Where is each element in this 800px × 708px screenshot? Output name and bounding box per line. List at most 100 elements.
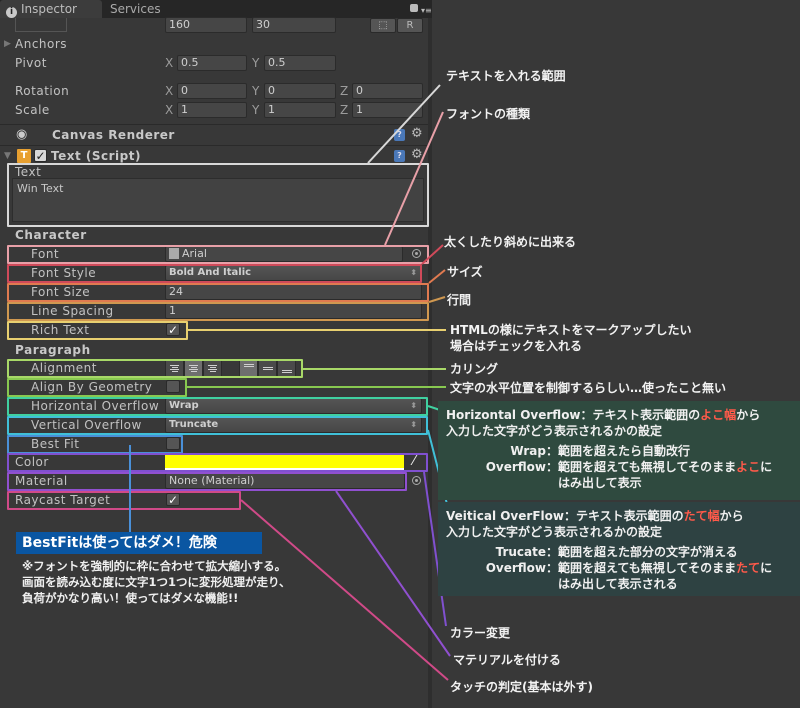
font-label: Font <box>31 247 60 261</box>
rotation-y-field[interactable]: 0 <box>264 83 336 99</box>
align-bottom-button[interactable] <box>277 360 296 377</box>
font-asset-icon <box>169 248 179 259</box>
vertical-overflow-dropdown[interactable]: Truncate ⬍ <box>165 417 422 433</box>
annotation-line-spacing: 行間 <box>447 293 472 307</box>
rotation-row: Rotation X 0 Y 0 Z 0 <box>0 82 428 101</box>
eyedropper-icon[interactable]: ⁄ <box>406 453 422 471</box>
align-by-geometry-checkbox[interactable] <box>166 380 180 393</box>
scale-y-field[interactable]: 1 <box>264 102 336 118</box>
pivot-row: Pivot X 0.5 Y 0.5 <box>0 54 428 73</box>
color-swatch-field[interactable] <box>165 454 404 470</box>
raycast-target-label: Raycast Target <box>15 493 111 507</box>
annotation-font-style: 太くしたり斜めに出来る <box>444 235 577 249</box>
anchor-preset-widget[interactable] <box>15 18 67 32</box>
font-style-value: Bold And Italic <box>169 267 252 278</box>
foldout-arrow-icon[interactable]: ▶ <box>4 35 11 54</box>
info-icon: i <box>6 7 17 18</box>
annotation-font-size: サイズ <box>447 265 483 279</box>
font-row: Font Arial <box>0 245 428 264</box>
help-icon[interactable]: ? <box>394 129 405 141</box>
callout-option-overflow: Overflow： 範囲を超えても無視してそのままよこに <box>446 459 792 475</box>
canvas-renderer-header[interactable]: ◉ Canvas Renderer ? ⚙ <box>0 124 428 144</box>
raw-edit-button[interactable]: R <box>397 18 423 33</box>
font-value: Arial <box>182 247 207 260</box>
axis-y-label: Y <box>252 56 260 70</box>
align-middle-button[interactable] <box>258 360 277 377</box>
font-size-field[interactable]: 24 <box>165 284 422 300</box>
horizontal-overflow-callout: Horizontal Overflow：テキスト表示範囲のよこ幅から 入力した文… <box>438 401 800 500</box>
rotation-x-field[interactable]: 0 <box>177 83 247 99</box>
pivot-x-field[interactable]: 0.5 <box>177 55 247 71</box>
lock-icon[interactable] <box>410 4 418 12</box>
font-field[interactable]: Arial <box>165 246 403 262</box>
raycast-target-checkbox[interactable]: ✓ <box>166 493 180 506</box>
callout-line: Veitical OverFlow：テキスト表示範囲のたて幅から <box>446 508 792 524</box>
axis-z-label: Z <box>340 84 349 98</box>
callout-text: Horizontal Overflow：テキスト表示範囲の <box>446 408 701 422</box>
rotation-z-field[interactable]: 0 <box>352 83 423 99</box>
gear-icon[interactable]: ⚙ <box>411 147 423 162</box>
component-enabled-checkbox[interactable]: ✓ <box>34 149 47 162</box>
horizontal-overflow-dropdown[interactable]: Wrap ⬍ <box>165 398 422 414</box>
scale-label: Scale <box>15 103 50 117</box>
dropdown-arrows-icon: ⬍ <box>410 401 417 410</box>
line-spacing-field[interactable]: 1 <box>165 303 422 319</box>
callout-option-overflow-cont: はみ出して表示される <box>446 576 792 592</box>
axis-y-label: Y <box>252 103 260 117</box>
help-icon[interactable]: ? <box>394 150 405 162</box>
object-picker-icon[interactable] <box>412 476 421 485</box>
tab-services[interactable]: Services <box>104 0 184 18</box>
raycast-target-row: Raycast Target ✓ <box>0 491 428 510</box>
callout-text: から <box>736 408 761 422</box>
best-fit-checkbox[interactable] <box>166 437 180 450</box>
align-center-button[interactable] <box>184 360 203 377</box>
warning-line: 負荷がかなり高い！使ってはダメな機能!! <box>22 591 239 605</box>
align-right-button[interactable] <box>203 360 222 377</box>
align-top-button[interactable] <box>239 360 258 377</box>
annotation-raycast: タッチの判定(基本は外す) <box>450 680 593 694</box>
callout-highlight: よこ幅 <box>700 408 737 422</box>
callout-line: Horizontal Overflow：テキスト表示範囲のよこ幅から <box>446 407 792 423</box>
material-field[interactable]: None (Material) <box>165 473 405 489</box>
align-by-geometry-row: Align By Geometry <box>0 378 428 397</box>
object-picker-icon[interactable] <box>412 249 421 258</box>
font-size-label: Font Size <box>31 285 91 299</box>
callout-text: Veitical OverFlow：テキスト表示範囲の <box>446 509 684 523</box>
vertical-overflow-label: Vertical Overflow <box>31 418 142 432</box>
dropdown-arrows-icon: ⬍ <box>410 420 417 429</box>
warning-line: 画面を読み込む度に文字1つ1つに変形処理が走り、 <box>22 575 291 589</box>
eye-icon: ◉ <box>16 127 28 142</box>
annotation-material: マテリアルを付ける <box>453 653 561 667</box>
text-input[interactable]: Win Text <box>12 178 424 222</box>
width-field[interactable]: 160 <box>165 17 247 33</box>
blueprint-mode-button[interactable]: ⬚ <box>370 18 396 33</box>
callout-option-truncate: Trucate： 範囲を超えた部分の文字が消える <box>446 544 792 560</box>
scale-z-field[interactable]: 1 <box>352 102 423 118</box>
horizontal-overflow-row: Horizontal Overflow Wrap ⬍ <box>0 397 428 416</box>
anchors-row[interactable]: ▶ Anchors <box>0 35 428 54</box>
tab-bar: i Inspector Services ▾≡ <box>0 0 432 18</box>
scrollbar[interactable] <box>428 18 432 708</box>
align-left-button[interactable] <box>165 360 184 377</box>
option-value: に <box>760 460 773 474</box>
rich-text-checkbox[interactable]: ✓ <box>166 323 180 336</box>
axis-x-label: X <box>165 84 174 98</box>
height-field[interactable]: 30 <box>252 17 336 33</box>
callout-option-overflow-cont: はみ出して表示 <box>446 475 792 491</box>
best-fit-label: Best Fit <box>31 437 80 451</box>
paragraph-section-header: Paragraph <box>15 343 91 357</box>
gear-icon[interactable]: ⚙ <box>411 126 423 141</box>
font-style-row: Font Style Bold And Italic ⬍ <box>0 264 428 283</box>
text-script-header[interactable]: ▼ T ✓ Text (Script) ? ⚙ <box>0 145 428 165</box>
font-style-dropdown[interactable]: Bold And Italic ⬍ <box>165 265 422 281</box>
pivot-y-field[interactable]: 0.5 <box>264 55 336 71</box>
horizontal-alignment-group <box>165 360 222 377</box>
scale-x-field[interactable]: 1 <box>177 102 247 118</box>
pivot-label: Pivot <box>15 56 47 70</box>
rotation-label: Rotation <box>15 84 70 98</box>
option-value: 範囲を超えても無視してそのまま <box>558 561 737 575</box>
panel-menu-icon[interactable]: ▾≡ <box>421 6 432 15</box>
option-key: Overflow： <box>485 561 558 575</box>
tab-inspector[interactable]: i Inspector <box>0 0 102 18</box>
annotation-text-area: テキストを入れる範囲 <box>446 69 566 83</box>
